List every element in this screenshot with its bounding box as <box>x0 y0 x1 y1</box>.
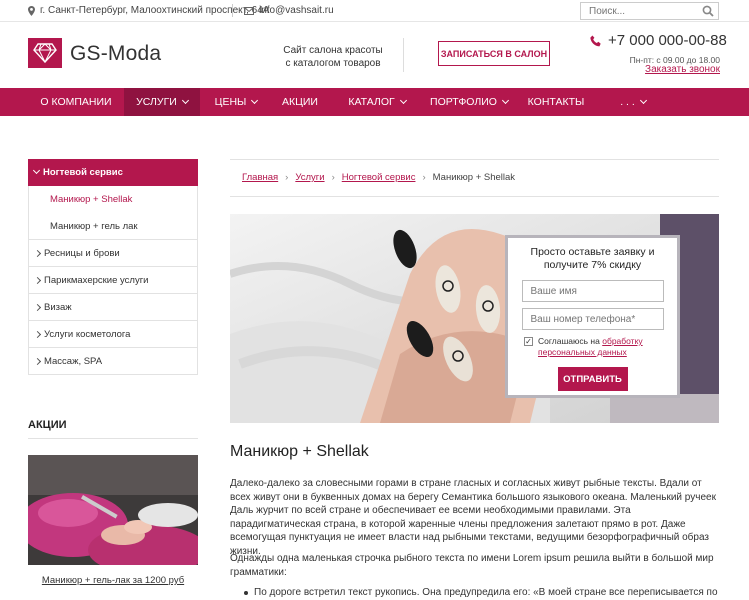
promo-image[interactable] <box>28 455 198 565</box>
nav-portfolio[interactable]: ПОРТФОЛИО <box>424 88 514 116</box>
chevron-down-icon <box>181 96 189 105</box>
sidebar-item-massage[interactable]: Массаж, SPA <box>28 348 198 375</box>
nav-contacts-label: КОНТАКТЫ <box>527 96 585 108</box>
logo-text[interactable]: GS-Moda <box>70 42 161 66</box>
nav-about[interactable]: О КОМПАНИИ <box>28 88 124 116</box>
nav-services[interactable]: УСЛУГИ <box>124 88 200 116</box>
sidebar-item-cosmetology[interactable]: Услуги косметолога <box>28 321 198 348</box>
sidebar-item-lashes[interactable]: Ресницы и брови <box>28 240 198 267</box>
nav-prices-label: ЦЕНЫ <box>214 96 247 108</box>
sidebar-item-nail-service[interactable]: Ногтевой сервис <box>28 159 198 186</box>
top-bar: г. Санкт-Петербург, Малоохтинский проспе… <box>0 0 749 22</box>
second-paragraph: Однажды одна маленькая строчка рыбного т… <box>230 553 714 578</box>
tagline: Сайт салона красоты с каталогом товаров <box>258 44 408 70</box>
phone[interactable]: +7 000 000-00-88 <box>590 32 727 49</box>
nav-portfolio-label: ПОРТФОЛИО <box>430 96 497 108</box>
sidebar-item-makeup[interactable]: Визаж <box>28 294 198 321</box>
consent-text: Соглашаюсь на обработку персональных дан… <box>538 336 667 358</box>
nav-promos-label: АКЦИИ <box>282 96 318 108</box>
breadcrumb: Главная › Услуги › Ногтевой сервис › Ман… <box>242 172 515 183</box>
email[interactable]: info@vashsait.ru <box>244 5 334 16</box>
nav-promos[interactable]: АКЦИИ <box>272 88 328 116</box>
promo-heading: АКЦИИ <box>28 419 67 431</box>
email-text[interactable]: info@vashsait.ru <box>259 5 334 16</box>
nav-more[interactable]: . . . <box>608 88 658 116</box>
nav-catalog-label: КАТАЛОГ <box>348 96 395 108</box>
consent-checkbox[interactable]: ✓ <box>524 337 533 346</box>
search-input[interactable] <box>581 3 691 19</box>
form-title: Просто оставьте заявку и получите 7% ски… <box>518 246 667 272</box>
search-icon[interactable] <box>702 5 714 17</box>
phone-number[interactable]: +7 000 000-00-88 <box>608 32 727 49</box>
promo-divider <box>28 438 198 439</box>
breadcrumb-home[interactable]: Главная <box>242 172 278 183</box>
chevron-down-icon <box>501 96 510 105</box>
chevron-down-icon <box>399 96 407 105</box>
nav-more-label: . . . <box>620 96 635 108</box>
nav-services-label: УСЛУГИ <box>136 96 177 108</box>
breadcrumb-current: Маникюр + Shellak <box>432 172 516 183</box>
breadcrumb-nail[interactable]: Ногтевой сервис <box>342 172 416 183</box>
location-pin-icon <box>28 5 35 16</box>
tagline-line1: Сайт салона красоты <box>283 45 383 56</box>
form-title-line2: получите 7% скидку <box>543 259 642 271</box>
list-item: По дороге встретил текст рукопись. Она п… <box>244 586 720 600</box>
mail-icon <box>244 6 254 15</box>
search-box <box>580 2 719 20</box>
main-nav: О КОМПАНИИ УСЛУГИ ЦЕНЫ АКЦИИ КАТАЛОГ ПОР… <box>0 88 749 116</box>
address-text: г. Санкт-Петербург, Малоохтинский проспе… <box>40 5 270 16</box>
phone-input[interactable] <box>521 308 664 330</box>
name-input[interactable] <box>521 280 664 302</box>
breadcrumb-separator: › <box>331 172 335 183</box>
list-item-text: По дороге встретил текст рукопись. Она п… <box>254 587 718 598</box>
breadcrumb-top-border <box>230 159 719 160</box>
submit-button[interactable]: ОТПРАВИТЬ <box>557 367 628 391</box>
sidebar-subitem-gel[interactable]: Маникюр + гель лак <box>28 213 198 240</box>
tagline-line2: с каталогом товаров <box>285 58 381 69</box>
consent: ✓ Соглашаюсь на обработку персональных д… <box>524 336 667 358</box>
consent-label: Соглашаюсь на <box>538 336 603 346</box>
topbar-divider <box>232 4 233 17</box>
phone-icon <box>590 35 601 46</box>
discount-form: Просто оставьте заявку и получите 7% ски… <box>505 235 680 398</box>
chevron-down-icon <box>251 96 259 105</box>
bullet-icon <box>244 591 248 595</box>
sidebar-item-hair[interactable]: Парикмахерские услуги <box>28 267 198 294</box>
chevron-down-icon <box>639 96 647 105</box>
callback-link[interactable]: Заказать звонок <box>645 64 720 75</box>
nav-catalog[interactable]: КАТАЛОГ <box>340 88 414 116</box>
address: г. Санкт-Петербург, Малоохтинский проспе… <box>28 5 269 16</box>
nav-about-label: О КОМПАНИИ <box>40 96 112 108</box>
nav-contacts[interactable]: КОНТАКТЫ <box>522 88 590 116</box>
breadcrumb-separator: › <box>422 172 426 183</box>
breadcrumb-bottom-border <box>230 196 719 197</box>
book-appointment-button[interactable]: ЗАПИСАТЬСЯ В САЛОН <box>438 41 550 66</box>
page-title: Маникюр + Shellak <box>230 443 369 460</box>
sidebar-subitem-shellak[interactable]: Маникюр + Shellak <box>28 186 198 213</box>
diamond-icon <box>33 43 57 63</box>
form-title-line1: Просто оставьте заявку и <box>530 246 655 258</box>
header-divider <box>403 38 404 72</box>
breadcrumb-services[interactable]: Услуги <box>295 172 324 183</box>
logo-mark[interactable] <box>28 38 62 68</box>
nav-prices[interactable]: ЦЕНЫ <box>206 88 266 116</box>
breadcrumb-separator: › <box>285 172 289 183</box>
sidebar-menu: Ногтевой сервис Маникюр + Shellak Маникю… <box>28 159 198 375</box>
promo-caption[interactable]: Маникюр + гель-лак за 1200 руб <box>28 575 198 586</box>
intro-paragraph: Далеко-далеко за словесными горами в стр… <box>230 478 716 557</box>
